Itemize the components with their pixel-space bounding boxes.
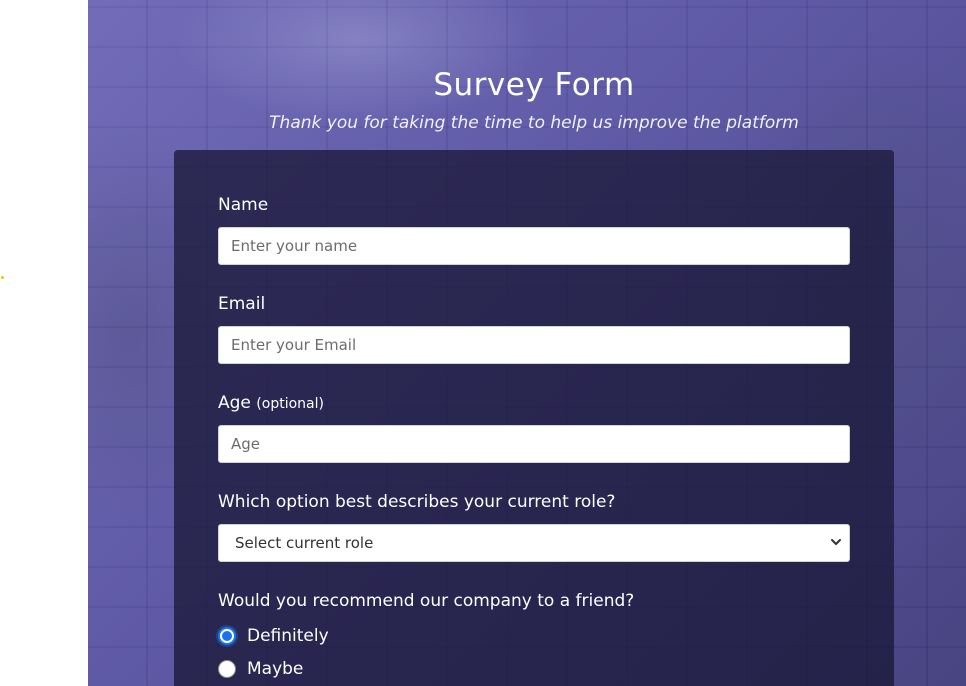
role-select[interactable]: Select current role xyxy=(218,524,850,562)
role-select-value: Select current role xyxy=(235,534,374,552)
age-label-text: Age xyxy=(218,393,251,413)
name-input[interactable] xyxy=(218,227,850,265)
page-description: Thank you for taking the time to help us… xyxy=(269,113,799,133)
survey-page-background: Survey Form Thank you for taking the tim… xyxy=(88,0,966,686)
radio-button-checked[interactable] xyxy=(218,627,236,645)
page-title: Survey Form xyxy=(433,66,635,103)
radio-option-definitely[interactable]: Definitely xyxy=(218,624,329,648)
email-label-text: Email xyxy=(218,294,266,314)
chevron-down-icon xyxy=(831,539,841,545)
role-label-text: Which option best describes your current… xyxy=(218,492,616,512)
recommend-label-text: Would you recommend our company to a fri… xyxy=(218,591,635,611)
email-label: Email xyxy=(218,294,265,314)
age-input[interactable] xyxy=(218,425,850,463)
radio-label-maybe: Maybe xyxy=(247,659,304,679)
age-label: Age (optional) xyxy=(218,393,324,413)
name-label-text: Name xyxy=(218,195,269,215)
recommend-label: Would you recommend our company to a fri… xyxy=(218,591,634,611)
name-label: Name xyxy=(218,195,268,215)
radio-button-unchecked[interactable] xyxy=(218,660,236,678)
email-input[interactable] xyxy=(218,326,850,364)
radio-option-maybe[interactable]: Maybe xyxy=(218,657,303,681)
survey-form: Name Email Age (optional) Which option b… xyxy=(174,150,894,686)
role-label: Which option best describes your current… xyxy=(218,492,615,512)
gutter-dot xyxy=(1,276,4,279)
age-optional-note: (optional) xyxy=(256,396,324,412)
left-gutter xyxy=(0,0,88,686)
radio-label-definitely: Definitely xyxy=(247,626,329,646)
